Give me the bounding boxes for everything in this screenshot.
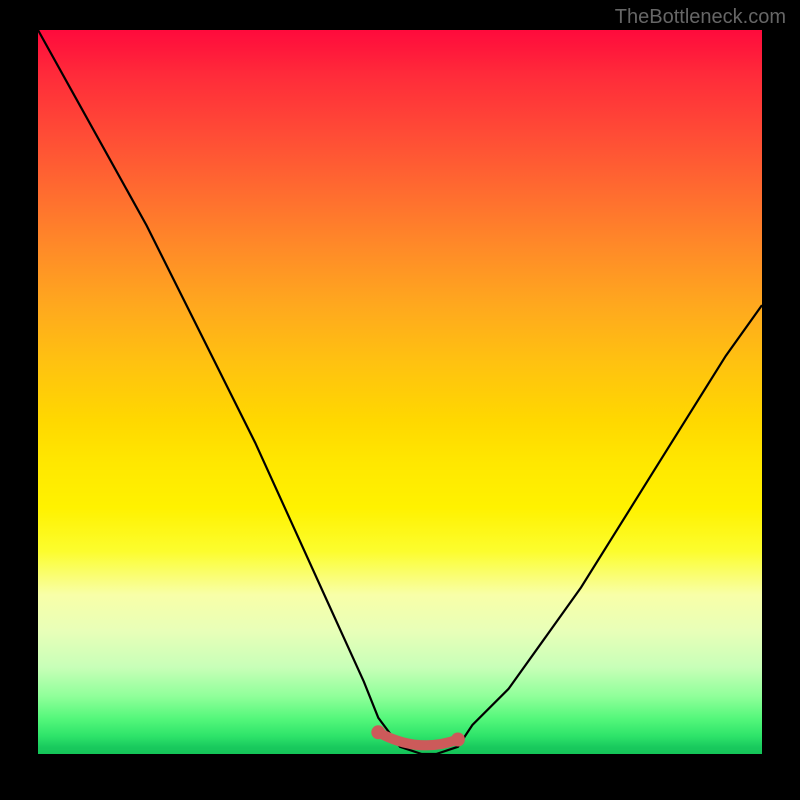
chart-plot-area [38, 30, 762, 754]
curve-path [38, 30, 762, 754]
trough-marker-left [371, 725, 385, 739]
trough-marker-right [451, 733, 465, 747]
watermark-text: TheBottleneck.com [615, 6, 786, 29]
bottleneck-curve [38, 30, 762, 754]
trough-highlight [378, 732, 458, 745]
